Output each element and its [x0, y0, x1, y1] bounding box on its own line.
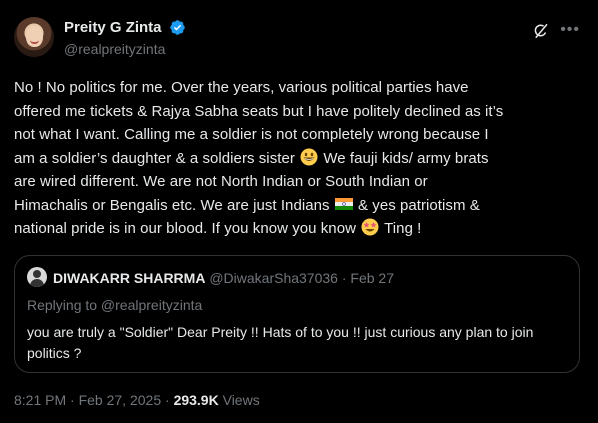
tweet-text: No ! No politics for me. Over the years,…	[14, 76, 586, 241]
footer-separator: ·	[70, 392, 75, 408]
views-label: Views	[222, 392, 260, 408]
views-count: 293.9K	[173, 392, 219, 408]
tweet-time[interactable]: 8:21 PM	[14, 392, 66, 408]
quoted-tweet-text: you are truly a "Soldier" Dear Preity !!…	[27, 324, 534, 361]
tweet-line: Himachalis or Bengalis etc. We are just …	[14, 194, 586, 218]
author-names: Preity G Zinta @realpreityzinta	[64, 19, 186, 57]
tweet-date[interactable]: Feb 27, 2025	[79, 392, 162, 408]
tweet-line: offered me tickets & Rajya Sabha seats b…	[14, 102, 504, 120]
tweet-line-text: national pride is in our blood. If you k…	[14, 220, 356, 237]
india-flag-emoji-icon	[334, 197, 353, 210]
star-struck-emoji-icon	[361, 218, 379, 236]
quoted-author-handle[interactable]: @DiwakarSha37036	[209, 270, 338, 286]
tweet-line-text: Himachalis or Bengalis etc. We are just …	[14, 196, 330, 214]
tweet-line-text: & yes patriotism &	[358, 196, 480, 214]
grinning-face-emoji-icon	[300, 148, 318, 165]
quoted-separator: ·	[341, 270, 347, 286]
quoted-author-avatar[interactable]	[27, 267, 47, 287]
grok-icon[interactable]	[532, 22, 550, 40]
author-handle[interactable]: @realpreityzinta	[64, 41, 186, 57]
tweet-line: am a soldier’s daughter & a soldiers sis…	[14, 147, 586, 171]
quoted-date[interactable]: Feb 27	[350, 270, 394, 286]
tweet-line-text: We fauji kids/ army brats	[323, 149, 489, 167]
tweet-footer: 8:21 PM · Feb 27, 2025 · 293.9K Views	[14, 392, 260, 408]
quoted-author-name[interactable]: DIWAKARR SHARRMA	[53, 270, 205, 286]
more-options-icon[interactable]: •••	[560, 21, 580, 39]
tweet-line: are wired different. We are not North In…	[14, 173, 428, 190]
verified-badge-icon	[170, 20, 185, 36]
tweet-line-text: am a soldier’s daughter & a soldiers sis…	[14, 149, 295, 167]
quoted-replying-to: Replying to @realpreityzinta	[27, 297, 203, 313]
tweet-line-text: Ting !	[384, 220, 422, 237]
tweet-header: Preity G Zinta @realpreityzinta •••	[14, 17, 584, 61]
tweet-line: not what I want. Calling me a soldier is…	[14, 126, 489, 143]
tweet-line: No ! No politics for me. Over the years,…	[14, 79, 469, 96]
tweet-line: national pride is in our blood. If you k…	[14, 217, 586, 241]
quoted-tweet-header: DIWAKARR SHARRMA @DiwakarSha37036 · Feb …	[53, 270, 394, 286]
footer-separator: ·	[165, 392, 170, 408]
author-display-name[interactable]: Preity G Zinta	[64, 19, 162, 36]
quoted-tweet[interactable]: DIWAKARR SHARRMA @DiwakarSha37036 · Feb …	[14, 255, 580, 373]
author-avatar[interactable]	[14, 17, 54, 57]
